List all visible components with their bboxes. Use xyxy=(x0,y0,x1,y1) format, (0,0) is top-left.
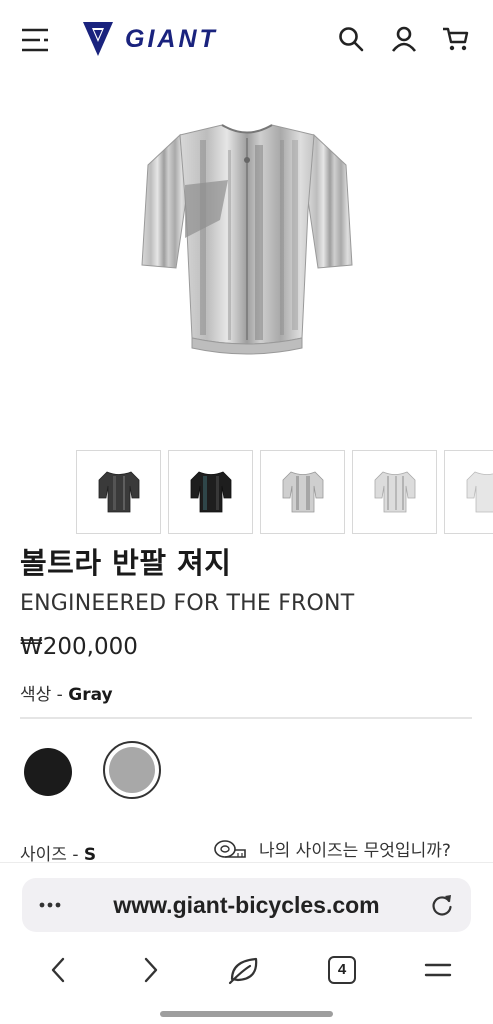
thumbnail-5[interactable] xyxy=(444,450,493,534)
jersey-thumb-partial xyxy=(466,471,493,513)
color-selection-label: 색상 - Gray xyxy=(20,680,113,705)
search-icon[interactable] xyxy=(336,24,366,54)
swatch-black[interactable] xyxy=(24,748,72,796)
jersey-black-thumb xyxy=(190,471,231,513)
cart-icon[interactable] xyxy=(441,24,471,54)
logo-wordmark: GIANT xyxy=(125,25,218,53)
forward-button[interactable] xyxy=(133,952,169,988)
thumbnail-strip xyxy=(0,450,493,536)
swatch-gray-selected[interactable] xyxy=(103,741,161,799)
site-header: GIANT xyxy=(0,0,493,80)
product-tagline: ENGINEERED FOR THE FRONT xyxy=(20,591,355,616)
thumbnail-2[interactable] xyxy=(168,450,253,534)
giant-logo[interactable]: GIANT xyxy=(83,20,261,58)
color-value: Gray xyxy=(68,685,113,705)
account-icon[interactable] xyxy=(389,24,419,54)
tab-count: 4 xyxy=(328,956,356,984)
chevron-left-icon xyxy=(51,957,65,983)
jersey-dark-thumb xyxy=(98,471,139,513)
color-label: 색상 - xyxy=(20,685,69,705)
jersey-light-thumb xyxy=(374,471,415,513)
leaf-icon xyxy=(228,957,258,985)
thumbnail-4[interactable] xyxy=(352,450,437,534)
product-page: GIANT 볼트라 반팔 져지 ENGINEERED FOR THE FRONT… xyxy=(0,0,493,1024)
measuring-tape-icon xyxy=(214,839,246,858)
browser-menu-button[interactable] xyxy=(420,952,456,988)
thumbnail-3[interactable] xyxy=(260,450,345,534)
size-guide-link[interactable]: 나의 사이즈는 무엇입니까? xyxy=(213,836,451,861)
product-price: ₩200,000 xyxy=(20,634,138,660)
jersey-gray-thumb xyxy=(282,471,323,513)
back-button[interactable] xyxy=(40,952,76,988)
home-indicator[interactable] xyxy=(160,1011,333,1017)
thumbnail-1[interactable] xyxy=(76,450,161,534)
product-title: 볼트라 반팔 져지 xyxy=(20,546,232,580)
chevron-right-icon xyxy=(144,957,158,983)
menu-icon[interactable] xyxy=(20,27,50,53)
leaf-button[interactable] xyxy=(227,952,263,988)
url-text[interactable]: www.giant-bicycles.com xyxy=(22,878,471,932)
swatch-gray-fill xyxy=(109,747,155,793)
address-bar[interactable]: www.giant-bicycles.com xyxy=(22,878,471,932)
size-guide-text: 나의 사이즈는 무엇입니까? xyxy=(259,841,451,861)
more-options-icon[interactable] xyxy=(36,894,64,916)
product-main-image[interactable] xyxy=(130,110,364,370)
tabs-button[interactable]: 4 xyxy=(324,952,360,988)
divider xyxy=(20,717,472,719)
hamburger-icon xyxy=(424,963,452,977)
reload-icon[interactable] xyxy=(429,892,455,918)
